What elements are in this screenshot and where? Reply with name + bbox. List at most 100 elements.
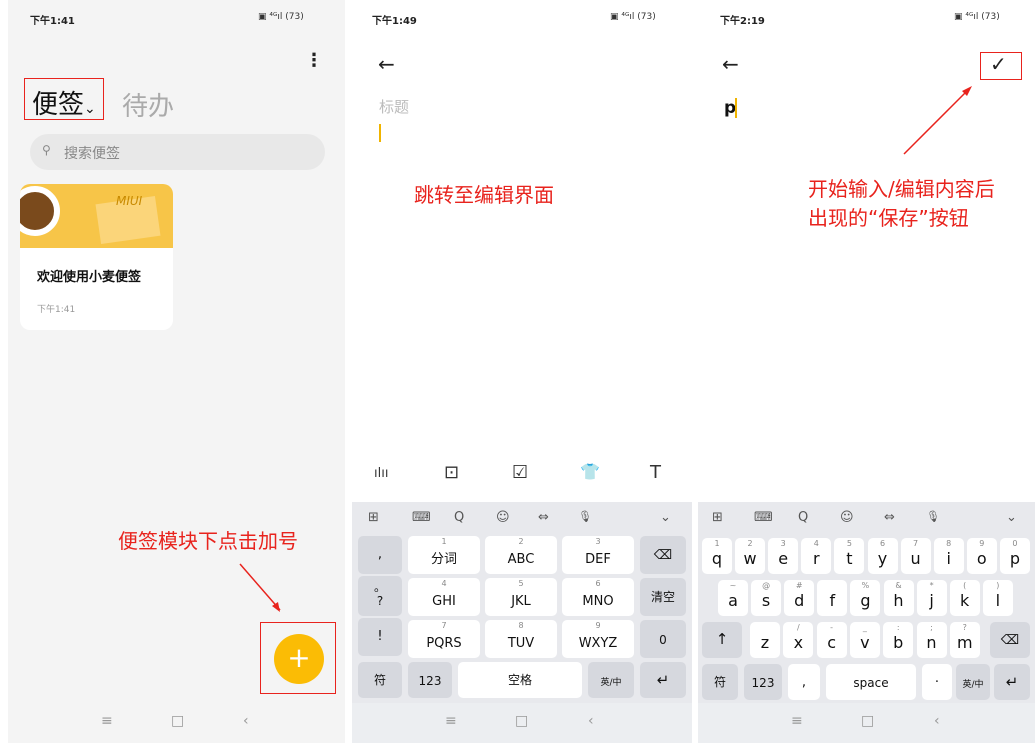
key-jkl[interactable]: 5 JKL — [485, 578, 557, 616]
title-input[interactable]: 标题 — [379, 96, 409, 117]
annotation-text: 便签模块下点击加号 — [118, 529, 298, 553]
collapse-keyboard-icon[interactable]: ⌄ — [1006, 510, 1017, 525]
key-e[interactable]: 3e — [768, 538, 799, 574]
key-comma[interactable]: , — [788, 664, 820, 700]
key-k[interactable]: (k — [949, 580, 980, 616]
text-format-icon[interactable]: T — [650, 462, 661, 483]
key-f[interactable]: f — [817, 580, 848, 616]
emoji-icon[interactable]: ☺ — [840, 510, 854, 525]
emoji-icon[interactable]: ☺ — [496, 510, 510, 525]
backspace-key[interactable]: ⌫ — [990, 622, 1030, 658]
key-main-label: n — [926, 633, 937, 652]
key-s[interactable]: @ s — [751, 580, 782, 616]
key-p[interactable]: 0p — [999, 538, 1030, 574]
clear-key[interactable]: 清空 — [640, 578, 686, 616]
symbol-key[interactable]: 符 — [358, 662, 402, 698]
more-menu-icon[interactable]: ⋮ — [305, 50, 323, 71]
key-z[interactable]: z — [750, 622, 780, 658]
back-arrow-icon[interactable]: ← — [378, 52, 395, 76]
audio-icon[interactable]: ılıı — [374, 466, 388, 481]
key-r[interactable]: 4r — [801, 538, 832, 574]
symbol-key[interactable]: 符 — [702, 664, 738, 700]
tab-notes[interactable]: 便签⌄ — [32, 84, 96, 121]
language-switch-key[interactable]: 英/中 — [956, 664, 990, 700]
keyboard-icon[interactable]: ⌨ — [754, 510, 773, 525]
key-pqrs[interactable]: 7 PQRS — [408, 620, 480, 658]
key-tuv[interactable]: 8 TUV — [485, 620, 557, 658]
tab-todo[interactable]: 待办 — [122, 86, 174, 123]
key-sub-label: / — [796, 623, 800, 632]
back-nav-icon[interactable]: ‹ — [934, 713, 940, 729]
backspace-key[interactable]: ⌫ — [640, 536, 686, 574]
mic-icon[interactable]: 🎙 — [578, 510, 592, 523]
key-exclaim[interactable]: ! — [358, 618, 402, 656]
key-y[interactable]: 6y — [867, 538, 898, 574]
space-key[interactable]: 空格 — [458, 662, 582, 698]
search-input[interactable]: ⚲ 搜索便签 — [30, 134, 325, 170]
add-note-button[interactable]: + — [274, 634, 324, 684]
key-ghi[interactable]: 4 GHI — [408, 578, 480, 616]
key-d[interactable]: # d — [784, 580, 815, 616]
menu-icon[interactable]: ≡ — [445, 713, 457, 729]
key-h[interactable]: & h — [883, 580, 914, 616]
back-arrow-icon[interactable]: ← — [722, 52, 739, 76]
home-icon[interactable]: □ — [861, 713, 874, 729]
key-fenci[interactable]: 1 分词 — [408, 536, 480, 574]
back-nav-icon[interactable]: ‹ — [588, 713, 594, 729]
note-card[interactable]: MIUI 欢迎使用小麦便签 下午1:41 — [20, 184, 173, 330]
menu-icon[interactable]: ≡ — [791, 713, 803, 729]
key-def[interactable]: 3 DEF — [562, 536, 634, 574]
mic-icon[interactable]: 🎙 — [926, 510, 940, 523]
key-abc[interactable]: 2 ABC — [485, 536, 557, 574]
key-comma[interactable]: , — [358, 536, 402, 574]
key-x[interactable]: / x — [783, 622, 814, 658]
key-g[interactable]: % g — [850, 580, 881, 616]
shift-key[interactable]: ↑ — [702, 622, 742, 658]
key-n[interactable]: ; n — [916, 622, 947, 658]
key-mno[interactable]: 6 MNO — [562, 578, 634, 616]
language-switch-key[interactable]: 英/中 — [588, 662, 634, 698]
theme-icon[interactable]: 👕 — [580, 462, 600, 481]
menu-icon[interactable]: ≡ — [101, 713, 113, 729]
search-icon[interactable]: Q — [454, 510, 464, 525]
key-j[interactable]: * j — [916, 580, 947, 616]
search-icon[interactable]: Q — [798, 510, 808, 525]
system-navbar: ≡ □ ‹ — [352, 703, 692, 743]
home-icon[interactable]: □ — [171, 713, 184, 729]
text-cursor — [735, 98, 737, 118]
grid-icon[interactable]: ⊞ — [712, 510, 723, 525]
numbers-key[interactable]: 123 — [408, 662, 452, 698]
key-period[interactable]: · — [922, 664, 952, 700]
key-wxyz[interactable]: 9 WXYZ — [562, 620, 634, 658]
key-o[interactable]: 9o — [966, 538, 997, 574]
key-b[interactable]: :b — [883, 622, 914, 658]
key-a[interactable]: ~ a — [718, 580, 748, 616]
collapse-keyboard-icon[interactable]: ⌄ — [660, 510, 671, 525]
enter-key[interactable]: ↵ — [640, 662, 686, 698]
key-t[interactable]: 5t — [834, 538, 865, 574]
image-icon[interactable]: ⊡ — [444, 462, 459, 483]
key-period-question[interactable]: 。 ? — [358, 576, 402, 616]
numbers-key[interactable]: 123 — [744, 664, 782, 700]
back-nav-icon[interactable]: ‹ — [243, 713, 249, 729]
key-q[interactable]: 1q — [702, 538, 732, 574]
key-l[interactable]: ) l — [982, 580, 1013, 616]
key-w[interactable]: 2w — [735, 538, 766, 574]
key-main-label: z — [760, 633, 770, 652]
save-check-icon[interactable]: ✓ — [990, 52, 1007, 76]
enter-key[interactable]: ↵ — [994, 664, 1030, 700]
key-v[interactable]: _ v — [849, 622, 880, 658]
keyboard-icon[interactable]: ⌨ — [412, 510, 431, 525]
space-key[interactable]: space — [826, 664, 916, 700]
grid-icon[interactable]: ⊞ — [368, 510, 379, 525]
key-i[interactable]: 8i — [933, 538, 964, 574]
key-zero[interactable]: 0 — [640, 620, 686, 658]
status-icons: ▣ ⁴ᴳıl (73) — [610, 12, 656, 22]
key-c[interactable]: -c — [816, 622, 847, 658]
cursor-move-icon[interactable]: ⇔ — [884, 510, 895, 525]
cursor-move-icon[interactable]: ⇔ — [538, 510, 549, 525]
key-u[interactable]: 7u — [900, 538, 931, 574]
checklist-icon[interactable]: ☑ — [512, 462, 528, 483]
home-icon[interactable]: □ — [515, 713, 528, 729]
key-m[interactable]: ? m — [949, 622, 980, 658]
